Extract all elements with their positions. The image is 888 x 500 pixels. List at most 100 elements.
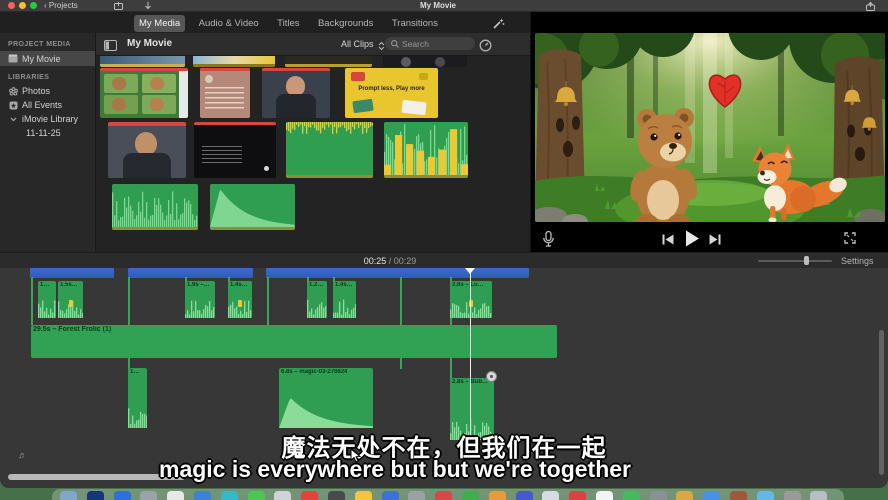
- clip-connector-stem: [267, 277, 269, 325]
- dock-app-icon[interactable]: [676, 491, 693, 500]
- zoom-slider-thumb[interactable]: [804, 256, 809, 265]
- media-thumb[interactable]: [383, 56, 467, 67]
- media-thumb-webcam-1[interactable]: [262, 68, 330, 118]
- chevron-updown-icon[interactable]: [377, 38, 385, 54]
- enhance-wand-icon[interactable]: [490, 15, 506, 31]
- tab-audio-video[interactable]: Audio & Video: [194, 15, 264, 32]
- sidebar-item-imovie-library[interactable]: iMovie Library: [0, 112, 95, 126]
- all-events-icon: [8, 101, 18, 110]
- media-thumb-screen-recording[interactable]: [194, 122, 276, 178]
- media-thumb[interactable]: [100, 56, 185, 67]
- timeline-settings-button[interactable]: Settings: [841, 256, 874, 266]
- sidebar-item-my-movie[interactable]: My Movie: [0, 51, 95, 66]
- microphone-icon[interactable]: [541, 230, 555, 248]
- dock-app-icon[interactable]: [703, 491, 720, 500]
- photos-flower-icon: [8, 87, 18, 96]
- audio-clip[interactable]: 1…: [128, 368, 147, 428]
- search-input[interactable]: Search: [385, 37, 475, 50]
- dock-app-icon[interactable]: [194, 491, 211, 500]
- dock-app-icon[interactable]: [301, 491, 318, 500]
- music-clip-forest-frolic[interactable]: 29.5s – Forest Frolic (1): [31, 325, 557, 358]
- media-thumb-webcam-2[interactable]: [108, 122, 186, 178]
- timecode-total: 00:29: [394, 256, 417, 266]
- audio-clip[interactable]: 2.8s – Bub…: [450, 378, 494, 440]
- sidebar-item-all-events[interactable]: All Events: [0, 98, 95, 112]
- timeline[interactable]: ♬ 29.5s – Forest Frolic (1)1…1.5s…1.9s –…: [0, 268, 888, 487]
- vertical-scrollbar[interactable]: [879, 330, 884, 475]
- dock-app-icon[interactable]: [114, 491, 131, 500]
- dock-app-icon[interactable]: [810, 491, 827, 500]
- subtitle-clip-bar[interactable]: [266, 268, 529, 278]
- dock-app-icon[interactable]: [248, 491, 265, 500]
- dock-app-icon[interactable]: [221, 491, 238, 500]
- audio-clip[interactable]: 1.4s…: [333, 281, 356, 318]
- dock-app-icon[interactable]: [623, 491, 640, 500]
- dock-app-icon[interactable]: [730, 491, 747, 500]
- dock-app-icon[interactable]: [87, 491, 104, 500]
- dock-app-icon[interactable]: [569, 491, 586, 500]
- media-thumb[interactable]: [193, 56, 275, 67]
- dock-app-icon[interactable]: [757, 491, 774, 500]
- horizontal-scrollbar[interactable]: [8, 474, 185, 480]
- audio-clip[interactable]: 6.8s – magic-03-278824: [279, 368, 373, 428]
- dock-app-icon[interactable]: [60, 491, 77, 500]
- dock-app-icon[interactable]: [784, 491, 801, 500]
- clip-marker: [69, 300, 73, 307]
- audio-clip[interactable]: 1.2…: [307, 281, 327, 318]
- prompt-slide-text: Prompt less, Play more: [345, 86, 438, 92]
- sidebar-item-event-date[interactable]: 11-11-25: [0, 126, 95, 140]
- playhead[interactable]: [470, 268, 472, 442]
- media-thumb-audio-4[interactable]: [210, 184, 295, 230]
- audio-clip[interactable]: 1.9s –…: [185, 281, 215, 318]
- dock-app-icon[interactable]: [516, 491, 533, 500]
- dock-app-icon[interactable]: [596, 491, 613, 500]
- close-window-button[interactable]: [8, 2, 15, 9]
- subtitle-clip-bar[interactable]: [128, 268, 253, 278]
- dock-app-icon[interactable]: [167, 491, 184, 500]
- dock-app-icon[interactable]: [274, 491, 291, 500]
- audio-clip[interactable]: 2.6s – Lu…: [450, 281, 492, 318]
- dock-app-icon[interactable]: [435, 491, 452, 500]
- dock-app-icon[interactable]: [328, 491, 345, 500]
- play-button[interactable]: [683, 229, 701, 247]
- skip-back-button[interactable]: [661, 233, 675, 245]
- media-thumb[interactable]: [285, 56, 372, 67]
- minimize-window-button[interactable]: [19, 2, 26, 9]
- media-browser-header: My Movie All Clips Search: [96, 33, 530, 56]
- skip-forward-button[interactable]: [708, 233, 722, 245]
- dock-app-icon[interactable]: [355, 491, 372, 500]
- dock-app-icon[interactable]: [489, 491, 506, 500]
- tab-transitions[interactable]: Transitions: [387, 15, 443, 32]
- subtitle-clip-bar[interactable]: [30, 268, 114, 278]
- zoom-slider-track[interactable]: [758, 260, 832, 262]
- clip-appearance-button[interactable]: [477, 37, 493, 53]
- audio-clip[interactable]: 1…: [38, 281, 56, 318]
- playhead-head[interactable]: [465, 268, 475, 274]
- tab-my-media[interactable]: My Media: [134, 15, 185, 32]
- volume-knob-icon[interactable]: [486, 371, 497, 382]
- dock-app-icon[interactable]: [542, 491, 559, 500]
- tab-backgrounds[interactable]: Backgrounds: [313, 15, 378, 32]
- media-thumb-notes-doc[interactable]: [200, 68, 250, 118]
- tab-titles[interactable]: Titles: [272, 15, 304, 32]
- media-thumb-prompt-slide[interactable]: Prompt less, Play more: [345, 68, 438, 118]
- back-to-projects-button[interactable]: ‹ Projects: [44, 1, 78, 10]
- dock-app-icon[interactable]: [382, 491, 399, 500]
- pane-toggle-icon[interactable]: [102, 37, 118, 53]
- audio-clip[interactable]: 1.4s…: [228, 281, 252, 318]
- media-thumb-audio-3[interactable]: [112, 184, 198, 230]
- dock-app-icon[interactable]: [462, 491, 479, 500]
- media-thumb-bear-video[interactable]: [100, 68, 188, 118]
- fullscreen-icon[interactable]: [843, 231, 857, 245]
- dock-app-icon[interactable]: [140, 491, 157, 500]
- zoom-window-button[interactable]: [30, 2, 37, 9]
- bear-fox-forest-scene: [535, 33, 885, 222]
- sidebar-item-photos[interactable]: Photos: [0, 84, 95, 98]
- dock-app-icon[interactable]: [650, 491, 667, 500]
- media-thumb-audio-2[interactable]: [384, 122, 468, 178]
- clip-label: 1.2…: [309, 282, 323, 288]
- media-thumb-audio-1[interactable]: [286, 122, 373, 178]
- clip-filter-dropdown[interactable]: All Clips: [341, 39, 374, 49]
- dock-app-icon[interactable]: [408, 491, 425, 500]
- audio-clip[interactable]: 1.5s…: [58, 281, 83, 318]
